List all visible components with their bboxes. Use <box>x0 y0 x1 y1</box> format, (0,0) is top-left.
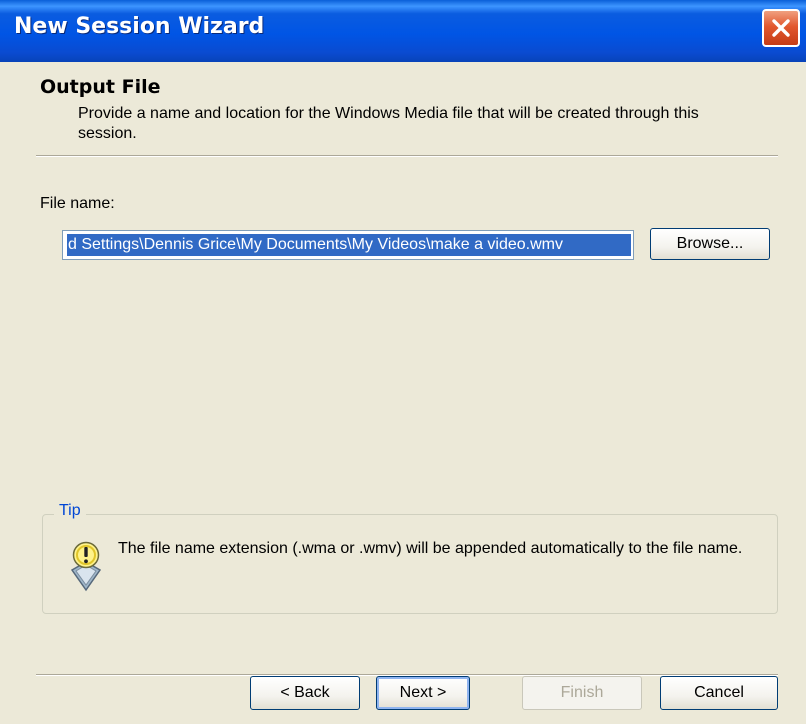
page-description: Provide a name and location for the Wind… <box>78 105 699 142</box>
cancel-button[interactable]: Cancel <box>660 676 778 710</box>
tip-title: Tip <box>54 502 86 520</box>
close-button[interactable] <box>762 9 800 47</box>
tip-group <box>42 514 778 614</box>
tip-text: The file name extension (.wma or .wmv) w… <box>118 540 743 557</box>
header-divider <box>36 155 778 157</box>
file-name-label: File name: <box>40 195 115 212</box>
back-button[interactable]: < Back <box>250 676 360 710</box>
window-title: New Session Wizard <box>14 14 265 39</box>
finish-button[interactable]: Finish <box>522 676 642 710</box>
wizard-window: New Session Wizard Output File Provide a… <box>0 0 806 724</box>
tip-icon <box>70 541 102 592</box>
next-button[interactable]: Next > <box>376 676 470 710</box>
close-icon <box>772 19 790 37</box>
page-title: Output File <box>40 76 161 98</box>
file-name-input[interactable]: d Settings\Dennis Grice\My Documents\My … <box>62 230 634 260</box>
title-bar[interactable]: New Session Wizard <box>0 0 806 62</box>
file-name-value: d Settings\Dennis Grice\My Documents\My … <box>67 234 631 256</box>
browse-button[interactable]: Browse... <box>650 228 770 260</box>
